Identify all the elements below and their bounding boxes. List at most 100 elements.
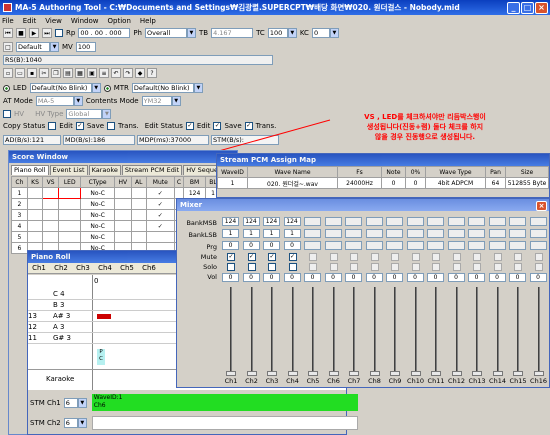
bankmsb-field[interactable] <box>324 217 342 226</box>
mute-checkbox[interactable] <box>329 253 338 261</box>
solo-checkbox[interactable] <box>493 263 502 271</box>
bankmsb-field[interactable]: 124 <box>283 217 301 226</box>
cell-waveid[interactable]: 1 <box>217 177 248 189</box>
mute-checkbox[interactable] <box>514 253 522 261</box>
vol-field[interactable]: 0 <box>468 273 485 282</box>
volume-slider[interactable] <box>226 287 236 376</box>
mute-checkbox[interactable]: ✓ <box>145 198 175 210</box>
prg-field[interactable] <box>488 241 506 250</box>
prg-field[interactable] <box>304 241 321 250</box>
stm-ch2-select[interactable]: 6 <box>63 418 78 428</box>
bankmsb-field[interactable] <box>304 217 321 226</box>
banklsb-field[interactable]: 1 <box>263 229 280 238</box>
volume-slider[interactable] <box>533 287 544 376</box>
solo-checkbox[interactable] <box>452 263 461 271</box>
hv-cell[interactable] <box>113 187 132 199</box>
prg-field[interactable] <box>406 241 424 250</box>
c-cell[interactable] <box>173 187 185 199</box>
banklsb-field[interactable] <box>509 229 526 238</box>
vol-field[interactable]: 0 <box>406 273 424 282</box>
chevron-down-icon[interactable]: ▼ <box>77 418 87 428</box>
solo-checkbox[interactable] <box>391 263 399 271</box>
slider-thumb[interactable] <box>451 371 462 376</box>
cell-fs[interactable]: 24000Hz <box>337 177 382 189</box>
prg-field[interactable] <box>365 241 383 250</box>
banklsb-field[interactable] <box>304 229 321 238</box>
solo-checkbox[interactable] <box>350 263 358 271</box>
bm-cell[interactable]: 124 <box>183 187 207 199</box>
mute-checkbox[interactable] <box>370 253 379 261</box>
slider-thumb[interactable] <box>492 371 503 376</box>
ctype-cell[interactable]: No-C <box>80 209 115 221</box>
volume-slider[interactable] <box>287 287 298 376</box>
slider-thumb[interactable] <box>369 371 380 376</box>
slider-thumb[interactable] <box>390 371 400 376</box>
stm-ch1-select[interactable]: 6 <box>63 397 78 408</box>
volume-slider[interactable] <box>390 287 400 376</box>
ctype-cell[interactable]: No-C <box>80 220 115 232</box>
prg-field[interactable]: 0 <box>242 241 260 250</box>
vol-field[interactable]: 0 <box>324 273 342 282</box>
volume-slider[interactable] <box>492 287 503 376</box>
slider-thumb[interactable] <box>267 371 277 376</box>
slider-thumb[interactable] <box>431 371 441 376</box>
banklsb-field[interactable] <box>447 229 465 238</box>
banklsb-field[interactable] <box>324 229 342 238</box>
volume-slider[interactable] <box>451 287 462 376</box>
vol-field[interactable]: 0 <box>242 273 260 282</box>
vol-field[interactable]: 0 <box>427 273 444 282</box>
mute-checkbox[interactable] <box>473 253 481 261</box>
slider-thumb[interactable] <box>533 371 544 376</box>
slider-thumb[interactable] <box>328 371 339 376</box>
solo-checkbox[interactable] <box>473 263 481 271</box>
banklsb-field[interactable] <box>345 229 362 238</box>
slider-thumb[interactable] <box>349 371 359 376</box>
solo-checkbox[interactable] <box>309 263 317 271</box>
slider-thumb[interactable] <box>308 371 318 376</box>
bankmsb-field[interactable] <box>386 217 403 226</box>
volume-slider[interactable] <box>328 287 339 376</box>
banklsb-field[interactable] <box>427 229 444 238</box>
solo-checkbox[interactable] <box>247 263 256 271</box>
prg-field[interactable] <box>345 241 362 250</box>
bankmsb-field[interactable]: 124 <box>222 217 239 226</box>
banklsb-field[interactable] <box>488 229 506 238</box>
cell-size[interactable]: 512855 Byte <box>505 177 549 189</box>
vs-checkbox[interactable] <box>42 187 59 199</box>
volume-slider[interactable] <box>308 287 318 376</box>
bankmsb-field[interactable] <box>406 217 424 226</box>
note-block[interactable] <box>97 314 111 319</box>
banklsb-field[interactable] <box>468 229 485 238</box>
prg-field[interactable]: 0 <box>263 241 280 250</box>
cell-pct[interactable]: 0 <box>405 177 426 189</box>
ctype-cell[interactable]: No-C <box>80 198 115 210</box>
ks-cell[interactable] <box>26 187 44 199</box>
vol-field[interactable]: 0 <box>263 273 280 282</box>
mute-checkbox[interactable] <box>145 231 175 243</box>
tab-event-list[interactable]: Event List <box>49 165 88 175</box>
solo-checkbox[interactable] <box>534 263 543 271</box>
ctype-cell[interactable]: No-C <box>80 231 115 243</box>
table-row[interactable]: 1 No-C ✓ 124 1 <box>11 187 221 199</box>
cell-note[interactable]: 0 <box>381 177 406 189</box>
solo-checkbox[interactable] <box>329 263 338 271</box>
prg-field[interactable] <box>529 241 547 250</box>
mute-checkbox[interactable]: ✓ <box>288 253 297 261</box>
mute-checkbox[interactable] <box>452 253 461 261</box>
banklsb-field[interactable]: 1 <box>222 229 239 238</box>
solo-checkbox[interactable] <box>370 263 379 271</box>
vol-field[interactable]: 0 <box>222 273 239 282</box>
cell-pan[interactable]: 64 <box>485 177 506 189</box>
bankmsb-field[interactable] <box>509 217 526 226</box>
banklsb-field[interactable]: 1 <box>242 229 260 238</box>
vol-field[interactable]: 0 <box>447 273 465 282</box>
mute-checkbox[interactable] <box>432 253 440 261</box>
solo-checkbox[interactable] <box>411 263 420 271</box>
bankmsb-field[interactable] <box>345 217 362 226</box>
volume-slider[interactable] <box>349 287 359 376</box>
wave-bar[interactable]: WaveID:1 Ch6 <box>91 394 358 411</box>
solo-checkbox[interactable] <box>268 263 276 271</box>
tab-piano-roll[interactable]: Piano Roll <box>11 165 49 175</box>
slider-thumb[interactable] <box>246 371 257 376</box>
banklsb-field[interactable] <box>406 229 424 238</box>
